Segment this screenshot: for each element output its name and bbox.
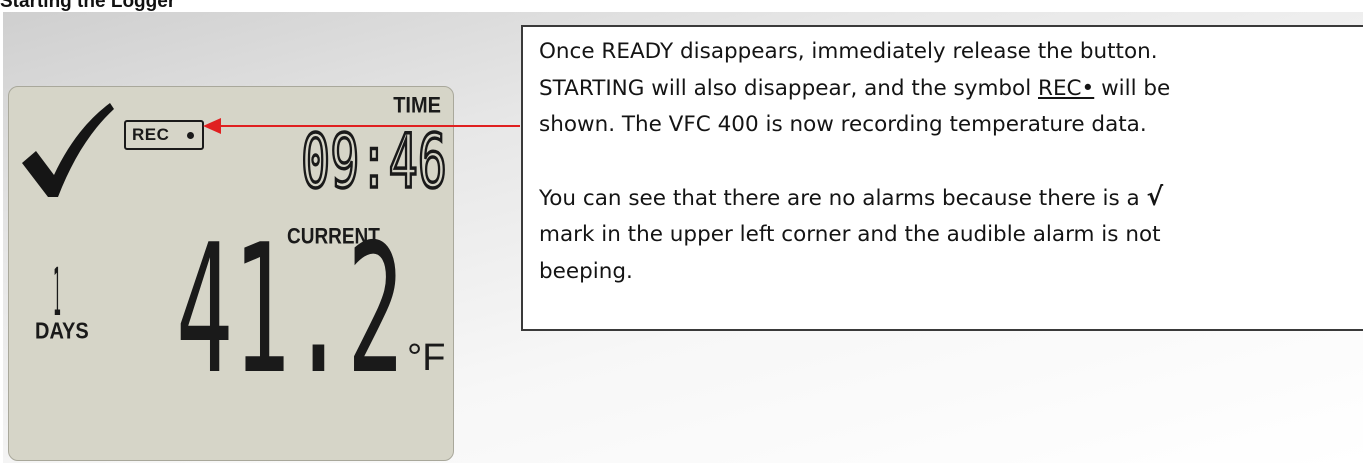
callout-paragraph-1: Once READY disappears, immediately relea…: [539, 34, 1363, 144]
callout-p2-line2: mark in the upper left corner and the au…: [539, 222, 1161, 247]
rec-symbol-text: REC•: [1038, 75, 1095, 101]
temperature-value: 41.2: [176, 225, 404, 375]
callout-paragraph-2: You can see that there are no alarms bec…: [539, 179, 1363, 291]
callout-p1-line3: shown. The VFC 400 is now recording temp…: [539, 112, 1147, 137]
instruction-callout: Once READY disappears, immediately relea…: [521, 25, 1363, 331]
temperature-readout: 41.2: [176, 225, 404, 375]
check-symbol: √: [1146, 181, 1164, 211]
slide: REC TIME 09:46 CURRENT 1 DAYS 41.2 °F On…: [3, 12, 1363, 463]
days-readout: 1: [53, 259, 61, 317]
days-label: DAYS: [35, 319, 89, 345]
callout-p1-line2-start: STARTING will also disappear, and the sy…: [539, 75, 1039, 101]
callout-p1-line2-end: will be: [1094, 75, 1171, 101]
pointer-arrow: [203, 118, 520, 134]
unit-label: °F: [407, 337, 446, 379]
callout-p1-line1: Once READY disappears, immediately relea…: [539, 39, 1158, 64]
days-value: 1: [53, 259, 61, 317]
callout-p2-line3: beeping.: [539, 258, 633, 284]
callout-p2-line1: You can see that there are no alarms bec…: [539, 185, 1147, 211]
